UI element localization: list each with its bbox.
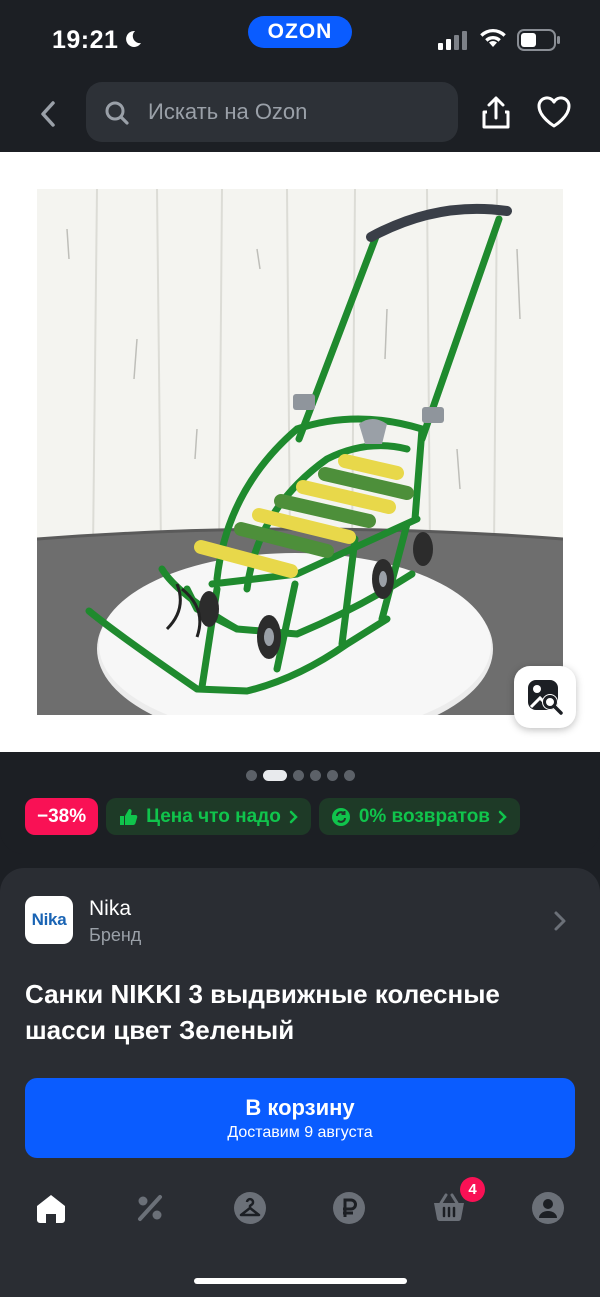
image-search-button[interactable] bbox=[514, 666, 576, 728]
ruble-icon bbox=[333, 1192, 365, 1224]
hanger-icon bbox=[234, 1192, 266, 1224]
sled-image bbox=[37, 189, 563, 715]
price-promo-badge[interactable]: Цена что надо bbox=[106, 798, 311, 835]
status-time: 19:21 bbox=[52, 26, 119, 54]
brand-logo-text: Nika bbox=[31, 910, 67, 929]
promo-area: −38% Цена что надо 0% возвратов bbox=[0, 752, 600, 854]
nav-finance[interactable] bbox=[331, 1190, 367, 1226]
back-arrow-icon bbox=[41, 101, 55, 127]
search-placeholder: Искать на Ozon bbox=[148, 99, 308, 124]
discount-badge: −38% bbox=[25, 798, 99, 835]
price-promo-label: Цена что надо bbox=[146, 805, 281, 827]
discount-value: −38% bbox=[37, 805, 87, 827]
search-icon bbox=[105, 101, 129, 125]
wifi-icon bbox=[480, 28, 506, 47]
promo-badges: −38% Цена что надо 0% возвратов bbox=[25, 798, 520, 835]
ozon-logo: OZON bbox=[248, 16, 352, 48]
heart-icon bbox=[537, 96, 571, 128]
nav-fresh[interactable] bbox=[232, 1190, 268, 1226]
home-indicator[interactable] bbox=[194, 1278, 407, 1284]
discount-icon bbox=[138, 1195, 162, 1221]
delivery-date: Доставим 9 августа bbox=[227, 1124, 373, 1141]
product-gallery[interactable] bbox=[0, 152, 600, 752]
product-photo[interactable] bbox=[37, 189, 563, 715]
return-icon bbox=[331, 807, 351, 827]
search-input[interactable]: Искать на Ozon bbox=[86, 82, 458, 142]
back-button[interactable] bbox=[28, 94, 68, 134]
battery-icon bbox=[517, 29, 560, 51]
nav-profile[interactable] bbox=[530, 1190, 566, 1226]
gallery-dot[interactable] bbox=[309, 770, 321, 781]
top-bar: Искать на Ozon bbox=[0, 80, 600, 152]
gallery-dot[interactable] bbox=[326, 770, 338, 781]
product-title: Санки NIKKI 3 выдвижные колесные шасси ц… bbox=[25, 979, 500, 1045]
brand-name: Nika bbox=[89, 897, 132, 920]
share-icon bbox=[482, 96, 510, 129]
gallery-pagination[interactable] bbox=[0, 770, 600, 781]
gallery-dot[interactable] bbox=[245, 770, 257, 781]
brand-row[interactable]: Nika Nika Бренд bbox=[25, 896, 575, 950]
gallery-dot[interactable] bbox=[292, 770, 304, 781]
brand-logo: Nika bbox=[25, 896, 73, 944]
cart-count-badge: 4 bbox=[460, 1177, 485, 1202]
image-search-icon bbox=[528, 680, 563, 715]
favorite-button[interactable] bbox=[534, 92, 574, 132]
cellular-signal-icon bbox=[438, 31, 467, 50]
nav-discounts[interactable] bbox=[132, 1190, 168, 1226]
share-button[interactable] bbox=[476, 92, 516, 132]
bottom-nav bbox=[0, 1180, 600, 1240]
gallery-dot-active[interactable] bbox=[262, 770, 287, 781]
add-to-cart-label: В корзину bbox=[245, 1095, 355, 1120]
add-to-cart-button[interactable]: В корзину Доставим 9 августа bbox=[25, 1078, 575, 1158]
nav-home[interactable] bbox=[33, 1190, 69, 1226]
chevron-right-icon bbox=[289, 810, 298, 823]
brand-label: Бренд bbox=[89, 925, 142, 945]
status-bar: 19:21 OZON bbox=[0, 0, 600, 80]
returns-label: 0% возвратов bbox=[358, 805, 490, 827]
chevron-right-icon bbox=[554, 911, 566, 931]
profile-icon bbox=[532, 1192, 564, 1224]
thumbs-up-icon bbox=[118, 807, 138, 827]
home-icon bbox=[37, 1195, 65, 1223]
moon-icon bbox=[126, 30, 141, 47]
returns-badge[interactable]: 0% возвратов bbox=[318, 798, 520, 835]
chevron-right-icon bbox=[498, 810, 507, 823]
gallery-dot[interactable] bbox=[343, 770, 355, 781]
